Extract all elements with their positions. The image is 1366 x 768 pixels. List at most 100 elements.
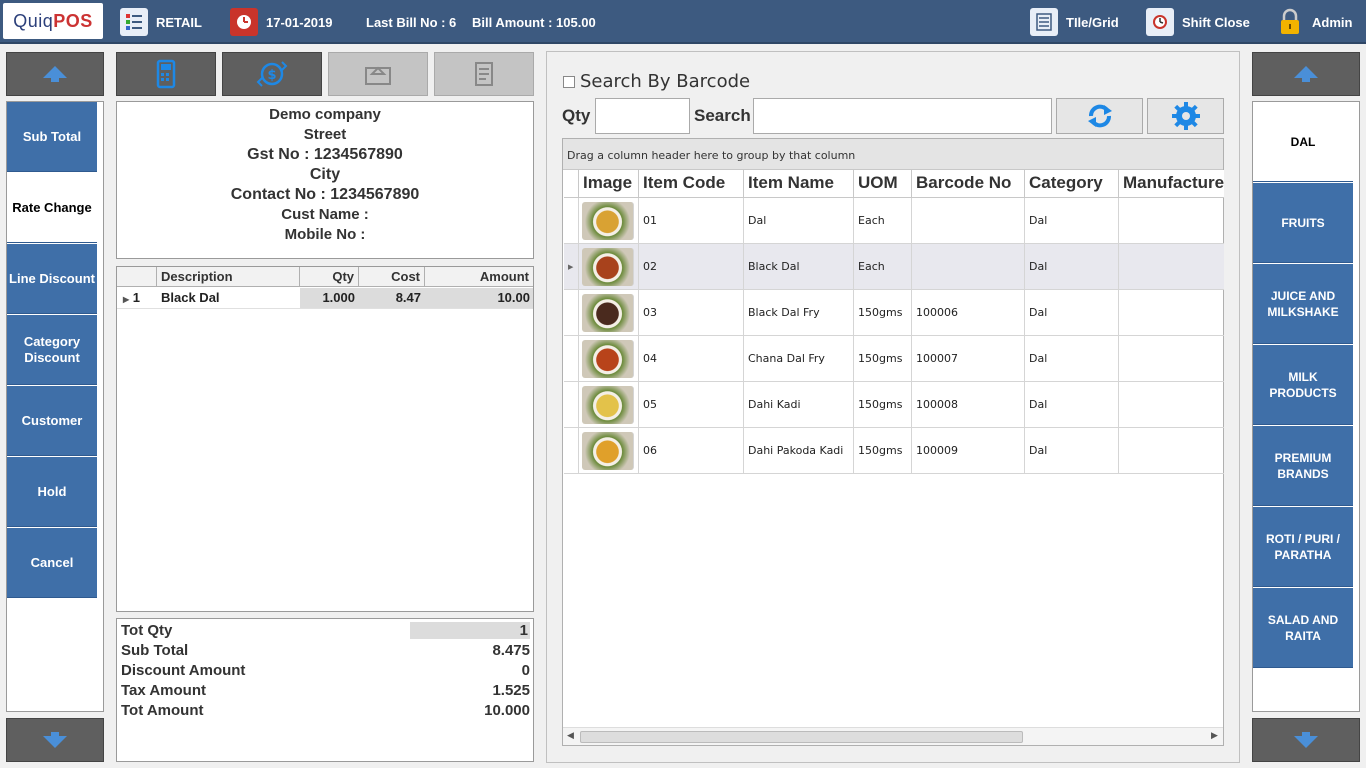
amount-header[interactable]: Amount: [425, 267, 533, 286]
card-payment-button[interactable]: [116, 52, 216, 96]
drawer-button[interactable]: [328, 52, 428, 96]
scroll-right-icon[interactable]: ▶: [1211, 731, 1218, 741]
date-label: 17-01-2019: [266, 14, 333, 30]
arrow-down-icon: [43, 732, 67, 748]
calendar-icon: [230, 8, 258, 36]
card-machine-icon: [156, 59, 176, 89]
scroll-up-button[interactable]: [6, 52, 104, 96]
item-name-column-header[interactable]: Item Name: [744, 170, 854, 197]
grid-icon: [1030, 8, 1058, 36]
barcode-search-toggle[interactable]: Search By Barcode: [563, 71, 750, 92]
qty-header[interactable]: Qty: [300, 267, 359, 286]
item-uom: Each: [854, 198, 912, 243]
items-grid-header: Image Item Code Item Name UOM Barcode No…: [564, 170, 1224, 198]
item-name: Black Dal Fry: [744, 290, 854, 335]
item-manufacturer: [1119, 244, 1224, 289]
action-sub-total-button[interactable]: Sub Total: [7, 102, 97, 172]
category-roti-puri-paratha-button[interactable]: ROTI / PURI / PARATHA: [1253, 507, 1353, 587]
item-category: Dal: [1025, 244, 1119, 289]
bill-row-qty[interactable]: 1.000: [300, 287, 359, 308]
horizontal-scrollbar[interactable]: ◀ ▶: [563, 727, 1223, 745]
mode-indicator[interactable]: RETAIL: [120, 0, 202, 44]
bill-row[interactable]: ▶ 1 Black Dal 1.000 8.47 10.00: [117, 287, 533, 309]
category-fruits-button[interactable]: FRUITS: [1253, 183, 1353, 263]
item-uom: Each: [854, 244, 912, 289]
category-scroll-down-button[interactable]: [1252, 718, 1360, 762]
manufacturer-column-header[interactable]: Manufacture: [1119, 170, 1224, 197]
uom-column-header[interactable]: UOM: [854, 170, 912, 197]
item-image: [579, 198, 639, 243]
total-amount-label: Tot Amount: [121, 701, 204, 719]
item-code: 04: [639, 336, 744, 381]
category-milk-products-button[interactable]: MILK PRODUCTS: [1253, 345, 1353, 425]
print-button[interactable]: [434, 52, 534, 96]
settings-button[interactable]: [1147, 98, 1224, 134]
action-cancel-button[interactable]: Cancel: [7, 528, 97, 598]
total-amount-row: Tot Amount 10.000: [117, 700, 533, 720]
item-code: 01: [639, 198, 744, 243]
category-premium-brands-button[interactable]: PREMIUM BRANDS: [1253, 426, 1353, 506]
group-by-panel[interactable]: Drag a column header here to group by th…: [563, 139, 1223, 170]
cost-header[interactable]: Cost: [359, 267, 425, 286]
item-category: Dal: [1025, 428, 1119, 473]
item-row[interactable]: ▶ 02 Black Dal Each Dal: [564, 244, 1224, 290]
clock-icon: [1146, 8, 1174, 36]
action-customer-button[interactable]: Customer: [7, 386, 97, 456]
scroll-down-button[interactable]: [6, 718, 104, 762]
image-column-header[interactable]: Image: [579, 170, 639, 197]
scroll-left-icon[interactable]: ◀: [567, 731, 574, 741]
total-amount-value: 10.000: [484, 701, 530, 719]
receipt-icon: [475, 62, 493, 86]
category-scroll-up-button[interactable]: [1252, 52, 1360, 96]
action-rate-change-button[interactable]: Rate Change: [7, 173, 97, 243]
sub-total-row: Sub Total 8.475: [117, 640, 533, 660]
item-manufacturer: [1119, 198, 1224, 243]
description-header[interactable]: Description: [157, 267, 300, 286]
user-menu[interactable]: Admin: [1276, 0, 1352, 44]
refresh-icon: [1087, 104, 1112, 128]
action-category-discount-button[interactable]: Category Discount: [7, 315, 97, 385]
item-image: [579, 428, 639, 473]
item-barcode: [912, 198, 1025, 243]
item-row[interactable]: 04 Chana Dal Fry 150gms 100007 Dal: [564, 336, 1224, 382]
scrollbar-thumb[interactable]: [580, 731, 1023, 743]
item-row[interactable]: 06 Dahi Pakoda Kadi 150gms 100009 Dal: [564, 428, 1224, 474]
city-line: City: [309, 166, 341, 183]
shift-close-button[interactable]: Shift Close: [1146, 0, 1250, 44]
category-dal-button[interactable]: DAL: [1253, 102, 1353, 182]
item-row[interactable]: 05 Dahi Kadi 150gms 100008 Dal: [564, 382, 1224, 428]
item-barcode: 100007: [912, 336, 1025, 381]
item-category: Dal: [1025, 290, 1119, 335]
item-image: [579, 290, 639, 335]
barcode-checkbox[interactable]: [563, 75, 575, 88]
bill-row-amount: 10.00: [425, 287, 533, 308]
bill-row-cost[interactable]: 8.47: [359, 287, 425, 308]
street-line: Street: [303, 126, 347, 143]
cash-exchange-button[interactable]: $: [222, 52, 322, 96]
action-line-discount-button[interactable]: Line Discount: [7, 244, 97, 314]
row-indicator-header: [117, 267, 157, 286]
category-juice-and-milkshake-button[interactable]: JUICE AND MILKSHAKE: [1253, 264, 1353, 344]
item-row[interactable]: 01 Dal Each Dal: [564, 198, 1224, 244]
refresh-button[interactable]: [1056, 98, 1143, 134]
cash-drawer-icon: [365, 66, 391, 85]
item-row[interactable]: 03 Black Dal Fry 150gms 100006 Dal: [564, 290, 1224, 336]
barcode-column-header[interactable]: Barcode No: [912, 170, 1025, 197]
qty-input[interactable]: [595, 98, 690, 134]
bill-row-no: ▶ 1: [117, 290, 157, 305]
row-indicator: ▶: [564, 244, 579, 289]
last-bill-label: Last Bill No : 6: [366, 14, 457, 30]
category-salad-and-raita-button[interactable]: SALAD AND RAITA: [1253, 588, 1353, 668]
item-manufacturer: [1119, 336, 1224, 381]
logo-text-pos: POS: [53, 10, 93, 31]
item-code-column-header[interactable]: Item Code: [639, 170, 744, 197]
item-code: 05: [639, 382, 744, 427]
logo-text: Quiq: [13, 10, 54, 31]
category-column-header[interactable]: Category: [1025, 170, 1119, 197]
arrow-down-icon: [1294, 732, 1318, 748]
search-input[interactable]: [753, 98, 1052, 134]
tile-grid-toggle[interactable]: TIle/Grid: [1030, 0, 1119, 44]
item-barcode: 100009: [912, 428, 1025, 473]
action-hold-button[interactable]: Hold: [7, 457, 97, 527]
barcode-search-label: Search By Barcode: [580, 71, 751, 92]
